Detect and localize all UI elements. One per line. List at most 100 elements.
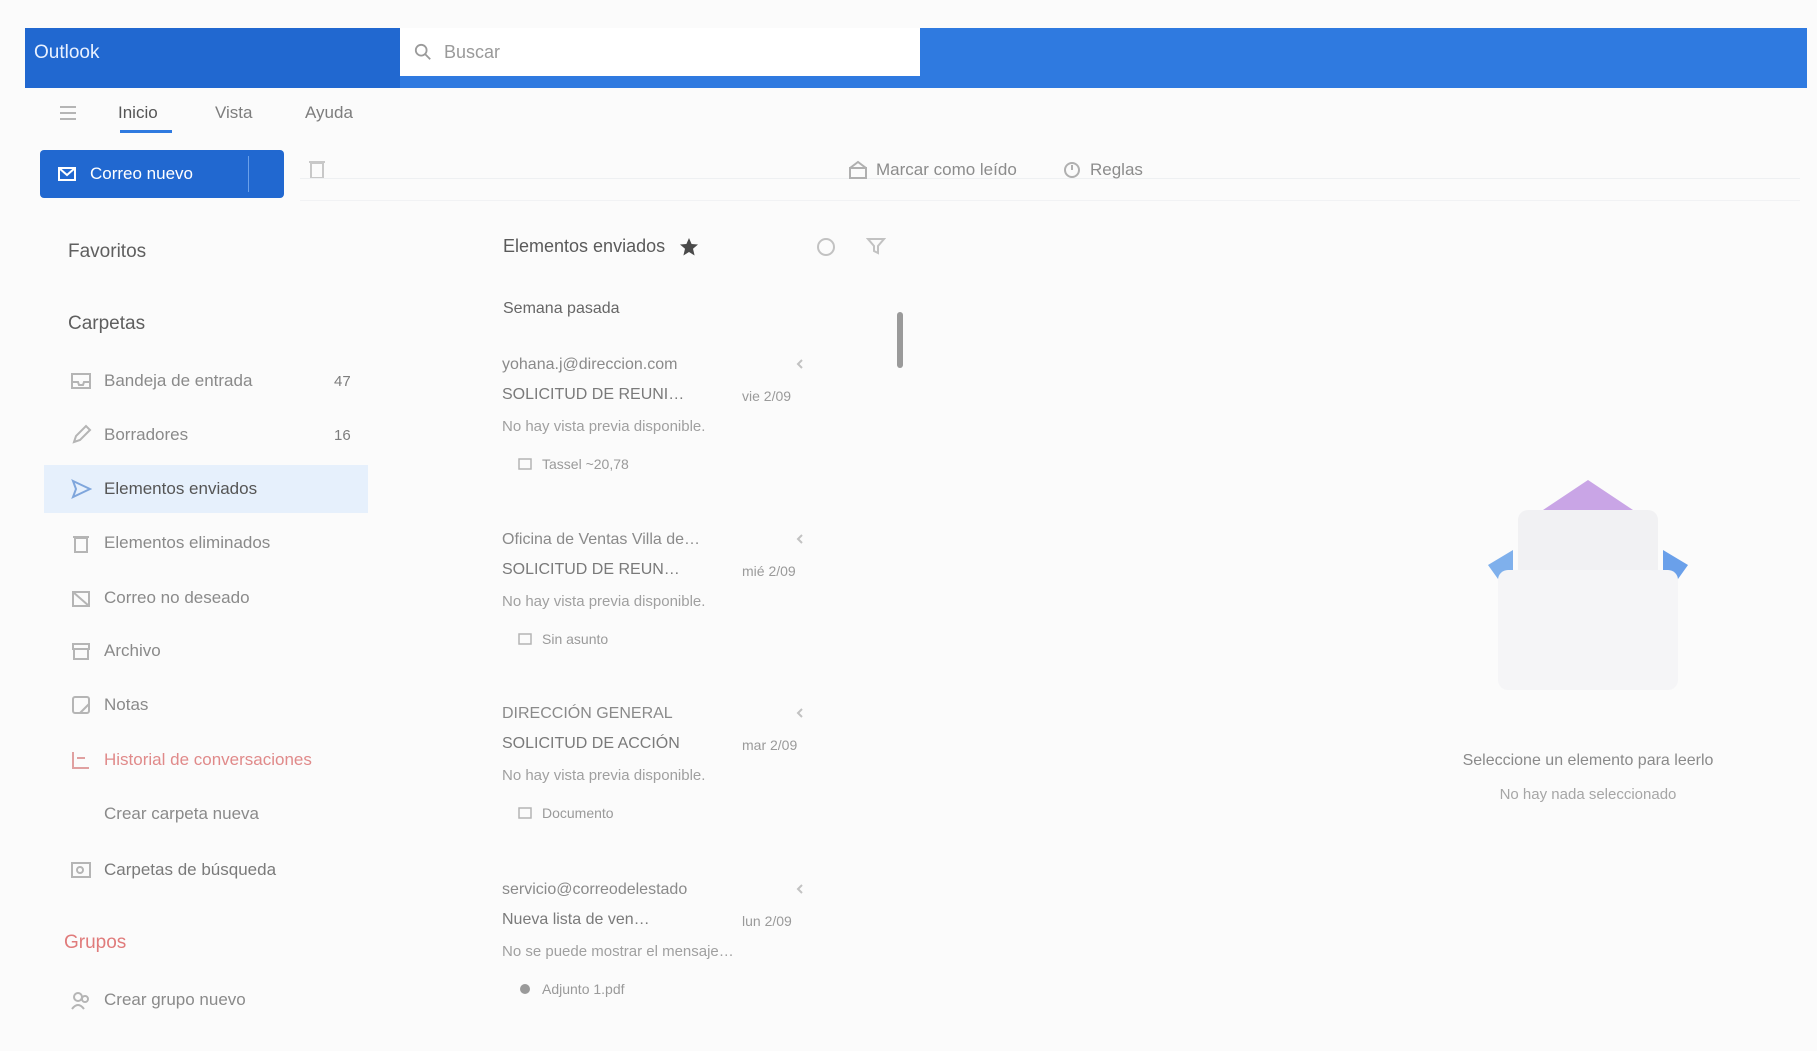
message-date: mar 2/09 [742,737,798,753]
folder-item-archive[interactable]: Archivo [44,627,368,675]
message-date: lun 2/09 [742,913,792,929]
message-sender: yohana.j@direccion.com [502,356,678,373]
message-sender: Oficina de Ventas Villa de… [502,531,701,548]
folder-item-sent[interactable]: Elementos enviados [44,465,368,513]
message-date: mié 2/09 [742,563,796,579]
menu-icon[interactable] [58,104,78,122]
folder-item-deleted[interactable]: Elementos eliminados [44,519,368,567]
tab-view[interactable]: Vista [215,103,253,123]
message-item[interactable]: yohana.j@direccion.com SOLICITUD DE REUN… [500,356,828,526]
select-all-icon[interactable] [815,236,837,258]
message-list-title: Elementos enviados [503,236,699,257]
attachment-chip[interactable]: Tassel ~20,78 [518,456,629,472]
new-mail-label: Correo nuevo [90,164,194,183]
attachment-icon [518,458,532,470]
reply-icon [796,708,803,718]
unread-count: 47 [334,372,351,390]
message-list-scrollbar[interactable] [897,312,903,368]
search-folder-icon [71,862,91,878]
message-subject: SOLICITUD DE ACCIÓN [502,735,680,752]
favorites-heading[interactable]: Favoritos [68,241,146,263]
attachment-label: Tassel ~20,78 [542,456,629,472]
reply-icon [796,884,803,894]
attachment-icon [518,633,532,645]
history-icon [72,752,89,769]
message-item[interactable]: servicio@correodelestado Nueva lista de … [500,881,828,1051]
new-mail-split-divider [248,156,249,192]
ribbon-divider [300,178,1800,179]
app-title: Outlook [34,42,100,63]
message-sender: DIRECCIÓN GENERAL [502,705,673,722]
send-icon [71,479,92,499]
folder-item-junk[interactable]: Correo no deseado [44,574,368,622]
search-input[interactable] [442,40,886,64]
folder-item-drafts[interactable]: Borradores 16 [44,411,368,459]
rules-icon [1064,162,1080,178]
mark-as-read-label: Marcar como leído [876,160,1017,179]
folder-name: Elementos enviados [503,236,666,256]
attachment-label: Adjunto 1.pdf [542,981,625,997]
junk-icon [72,591,90,607]
archive-icon [72,643,90,660]
compose-icon [58,167,76,181]
group-icon [71,992,89,1010]
message-preview: No hay vista previa disponible. [502,767,706,784]
folder-item-inbox[interactable]: Bandeja de entrada 47 [44,357,368,405]
folder-item-notes[interactable]: Notas [44,681,368,729]
list-group-header[interactable]: Semana pasada [503,300,620,318]
message-preview: No se puede mostrar el mensaje… [502,943,734,960]
empty-mail-illustration-icon [1488,480,1688,690]
message-subject: SOLICITUD DE REUN… [502,561,680,578]
folder-item-search-folders[interactable]: Carpetas de búsqueda [44,846,368,894]
note-icon [72,696,90,714]
attachment-dot-icon [520,984,530,994]
message-subject: SOLICITUD DE REUNI… [502,386,685,403]
attachment-chip[interactable]: Documento [518,805,614,821]
folder-label: Historial de conversaciones [104,750,312,769]
group-label: Crear grupo nuevo [104,990,246,1009]
create-folder-link[interactable]: Crear carpeta nueva [44,790,368,838]
folder-label: Bandeja de entrada [104,371,253,390]
message-item[interactable]: Oficina de Ventas Villa de… SOLICITUD DE… [500,531,828,701]
message-preview: No hay vista previa disponible. [502,593,706,610]
delete-icon[interactable] [307,158,327,180]
draft-count: 16 [334,426,351,444]
search-box[interactable] [400,28,920,76]
active-tab-indicator [120,130,172,133]
message-date: vie 2/09 [742,388,792,404]
folder-label: Elementos eliminados [104,533,271,552]
inbox-icon [71,373,91,389]
rules-button[interactable]: Reglas [1062,160,1143,180]
tab-help[interactable]: Ayuda [305,103,353,123]
folders-heading[interactable]: Carpetas [68,313,145,335]
folder-label: Archivo [104,641,161,660]
draft-icon [72,424,92,444]
folder-label: Borradores [104,425,189,444]
attachment-chip[interactable]: Sin asunto [518,631,608,647]
reply-icon [796,534,803,544]
star-icon[interactable] [679,237,699,257]
message-subject: Nueva lista de ven… [502,911,650,928]
trash-icon [73,536,89,553]
attachment-label: Sin asunto [542,631,609,647]
attachment-icon [518,807,532,819]
empty-state-title: Seleccione un elemento para leerlo [1462,752,1714,769]
folder-label: Crear carpeta nueva [104,804,259,823]
reply-icon [796,359,803,369]
folder-label: Carpetas de búsqueda [104,860,277,879]
group-item[interactable]: Crear grupo nuevo [44,976,368,1024]
groups-heading[interactable]: Grupos [64,932,126,954]
filter-icon[interactable] [866,236,886,256]
folder-label: Elementos enviados [104,479,258,498]
ribbon-bottom-divider [300,200,1800,201]
message-item[interactable]: DIRECCIÓN GENERAL SOLICITUD DE ACCIÓN ma… [500,705,828,875]
message-sender: servicio@correodelestado [502,881,688,898]
attachment-chip[interactable]: Adjunto 1.pdf [518,981,625,997]
search-icon [414,43,431,60]
attachment-label: Documento [542,805,614,821]
tab-home[interactable]: Inicio [118,103,158,123]
folder-item-history[interactable]: Historial de conversaciones [44,736,368,784]
empty-state-subtitle: No hay nada seleccionado [1499,786,1677,803]
folder-label: Notas [104,695,149,714]
mark-as-read-button[interactable]: Marcar como leído [848,160,1017,180]
